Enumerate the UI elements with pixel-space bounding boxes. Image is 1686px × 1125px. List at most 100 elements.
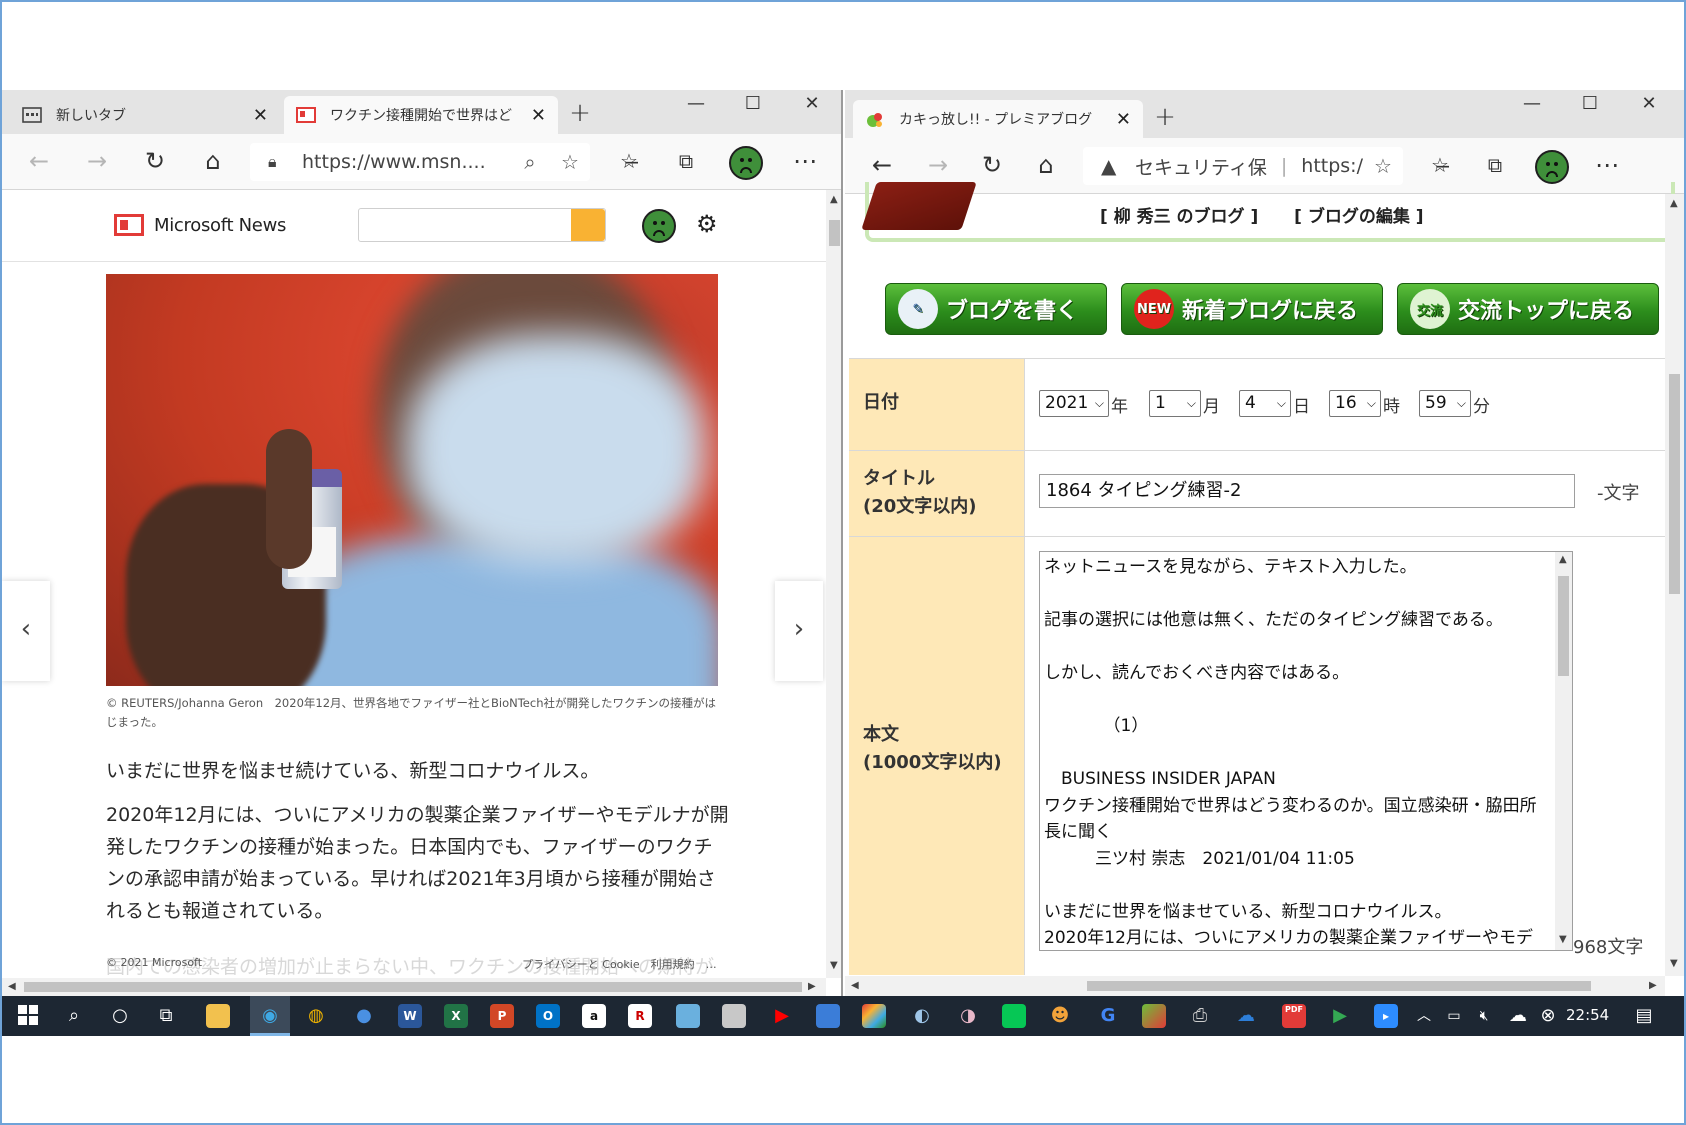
- close-icon[interactable]: ✕: [1116, 109, 1131, 130]
- msn-profile-avatar-icon[interactable]: [642, 209, 676, 243]
- zoom-icon[interactable]: ⌕: [510, 150, 550, 174]
- right-vertical-scrollbar[interactable]: ▲ ▼: [1665, 194, 1684, 976]
- scroll-right-arrow-icon[interactable]: ▶: [808, 981, 816, 992]
- edge-icon[interactable]: ◉: [258, 1004, 282, 1028]
- scroll-down-arrow-icon[interactable]: ▼: [1559, 934, 1567, 945]
- more-menu-icon[interactable]: ⋯: [1590, 150, 1624, 182]
- collections-icon[interactable]: ⧉: [669, 146, 703, 178]
- chrome-icon[interactable]: ◍: [304, 1004, 328, 1028]
- cloud-icon[interactable]: ☁: [1506, 1004, 1530, 1028]
- blog-owner-link[interactable]: [ 柳 秀三 のブログ ]: [1100, 207, 1258, 227]
- new-blogs-button[interactable]: NEW 新着ブログに戻る: [1121, 283, 1383, 335]
- home-icon[interactable]: ⌂: [196, 146, 230, 178]
- address-bar[interactable]: 🔒︎ https://www.msn.... ⌕ ☆: [250, 143, 590, 181]
- collections-icon[interactable]: ⧉: [1478, 150, 1512, 182]
- day-select[interactable]: 4 ⌵: [1239, 390, 1291, 417]
- gear-icon[interactable]: ⚙: [696, 210, 718, 238]
- chevron-up-icon[interactable]: ︿: [1412, 1004, 1436, 1028]
- close-icon[interactable]: ✕: [253, 105, 268, 126]
- paint-palette-icon[interactable]: ◐: [910, 1004, 934, 1028]
- exchange-top-button[interactable]: 交流 交流トップに戻る: [1397, 283, 1659, 335]
- carousel-next-button[interactable]: ›: [775, 581, 823, 681]
- character-icon[interactable]: ☻: [1048, 1004, 1072, 1028]
- minimize-icon[interactable]: —: [1505, 90, 1559, 120]
- more-menu-icon[interactable]: ⋯: [788, 146, 822, 178]
- search-go-button[interactable]: [571, 209, 605, 241]
- task-view-icon[interactable]: ⧉: [154, 1004, 178, 1028]
- new-tab-button[interactable]: +: [1147, 100, 1183, 136]
- line-icon[interactable]: [1002, 1004, 1026, 1028]
- excel-icon[interactable]: X: [444, 1004, 468, 1028]
- carousel-prev-button[interactable]: ‹: [2, 581, 50, 681]
- taskbar-clock[interactable]: 22:54: [1566, 1006, 1609, 1024]
- scroll-thumb[interactable]: [1558, 576, 1569, 676]
- file-explorer-icon[interactable]: [206, 1004, 230, 1028]
- close-window-icon[interactable]: ✕: [1622, 90, 1676, 120]
- close-icon[interactable]: ✕: [531, 105, 546, 126]
- profile-avatar-icon[interactable]: [729, 146, 763, 180]
- back-arrow-icon[interactable]: ←: [865, 150, 899, 182]
- powerpoint-icon[interactable]: P: [490, 1004, 514, 1028]
- home-icon[interactable]: ⌂: [1029, 150, 1063, 182]
- msn-logo[interactable]: Microsoft News: [114, 214, 286, 236]
- scroll-thumb[interactable]: [1087, 981, 1591, 991]
- refresh-icon[interactable]: ↻: [975, 150, 1009, 182]
- tab-new-tab[interactable]: 新しいタブ ✕: [10, 96, 280, 134]
- amazon-icon[interactable]: a: [582, 1004, 606, 1028]
- forward-arrow-icon[interactable]: →: [80, 146, 114, 178]
- tab-premier-blog[interactable]: カキっ放し!! - プレミアブログ ✕: [853, 100, 1143, 138]
- pdf-png-icon[interactable]: PDF: [1282, 1004, 1306, 1028]
- word-icon[interactable]: W: [398, 1004, 422, 1028]
- favorites-list-icon[interactable]: ☆̶: [612, 146, 646, 178]
- footer-links[interactable]: プライバシーと Cookie 利用規約 …: [522, 956, 717, 972]
- back-arrow-icon[interactable]: ←: [22, 146, 56, 178]
- scroll-up-arrow-icon[interactable]: ▲: [1559, 554, 1567, 565]
- volume-muted-icon[interactable]: 🔇︎: [1472, 1004, 1496, 1028]
- windows-start-icon[interactable]: [16, 1004, 40, 1028]
- scroll-left-arrow-icon[interactable]: ◀: [8, 981, 16, 992]
- battery-icon[interactable]: ▭: [1442, 1004, 1466, 1028]
- onedrive-icon[interactable]: ☁: [1234, 1004, 1258, 1028]
- paint-icon[interactable]: [862, 1004, 886, 1028]
- scroll-right-arrow-icon[interactable]: ▶: [1649, 980, 1657, 991]
- google-icon[interactable]: G: [1096, 1004, 1120, 1028]
- scanner-icon[interactable]: [722, 1004, 746, 1028]
- year-select[interactable]: 2021 ⌵: [1039, 390, 1109, 417]
- scroll-thumb[interactable]: [24, 982, 802, 992]
- scroll-thumb[interactable]: [1669, 374, 1680, 594]
- minute-select[interactable]: 59 ⌵: [1419, 390, 1471, 417]
- favorite-star-icon[interactable]: ☆: [550, 150, 590, 174]
- refresh-icon[interactable]: ↻: [138, 146, 172, 178]
- hour-select[interactable]: 16 ⌵: [1329, 390, 1381, 417]
- scroll-up-arrow-icon[interactable]: ▲: [830, 194, 838, 205]
- title-input[interactable]: 1864 タイピング練習-2: [1039, 474, 1575, 508]
- notification-icon[interactable]: ▤: [1632, 1004, 1656, 1028]
- address-bar[interactable]: ▲ セキュリティ保 | https://... ☆: [1083, 147, 1403, 185]
- left-vertical-scrollbar[interactable]: ▲ ▼: [826, 190, 841, 978]
- iris-icon[interactable]: R: [628, 1004, 652, 1028]
- blog-edit-link[interactable]: [ ブログの編集 ]: [1294, 207, 1423, 227]
- right-horizontal-scrollbar[interactable]: ◀ ▶: [845, 976, 1665, 996]
- people-icon[interactable]: ●: [352, 1004, 376, 1028]
- paint3d-icon[interactable]: ◑: [956, 1004, 980, 1028]
- youtube-icon[interactable]: ▶: [770, 1004, 794, 1028]
- zoom-app-icon[interactable]: ▸: [1374, 1004, 1398, 1028]
- inbox-icon[interactable]: ⎙: [1188, 1004, 1212, 1028]
- app-icon[interactable]: [676, 1004, 700, 1028]
- favorite-star-icon[interactable]: ☆: [1363, 154, 1403, 178]
- search-icon[interactable]: ⌕: [62, 1004, 86, 1028]
- outlook-icon[interactable]: O: [536, 1004, 560, 1028]
- new-tab-button[interactable]: +: [562, 96, 598, 132]
- left-horizontal-scrollbar[interactable]: ◀ ▶: [2, 978, 826, 996]
- photos-icon[interactable]: [816, 1004, 840, 1028]
- minimize-icon[interactable]: —: [669, 90, 723, 120]
- body-textarea[interactable]: ネットニュースを見ながら、テキスト入力した。 記事の選択には他意は無く、ただのタ…: [1039, 551, 1573, 951]
- play-store-icon[interactable]: ▶: [1328, 1004, 1352, 1028]
- scroll-down-arrow-icon[interactable]: ▼: [1670, 958, 1678, 969]
- scroll-down-arrow-icon[interactable]: ▼: [830, 960, 838, 971]
- msn-search-input[interactable]: [358, 208, 606, 242]
- blog-app-icon[interactable]: [1142, 1004, 1166, 1028]
- write-blog-button[interactable]: ✎ ブログを書く: [885, 283, 1107, 335]
- forward-arrow-icon[interactable]: →: [921, 150, 955, 182]
- scroll-thumb[interactable]: [829, 220, 840, 246]
